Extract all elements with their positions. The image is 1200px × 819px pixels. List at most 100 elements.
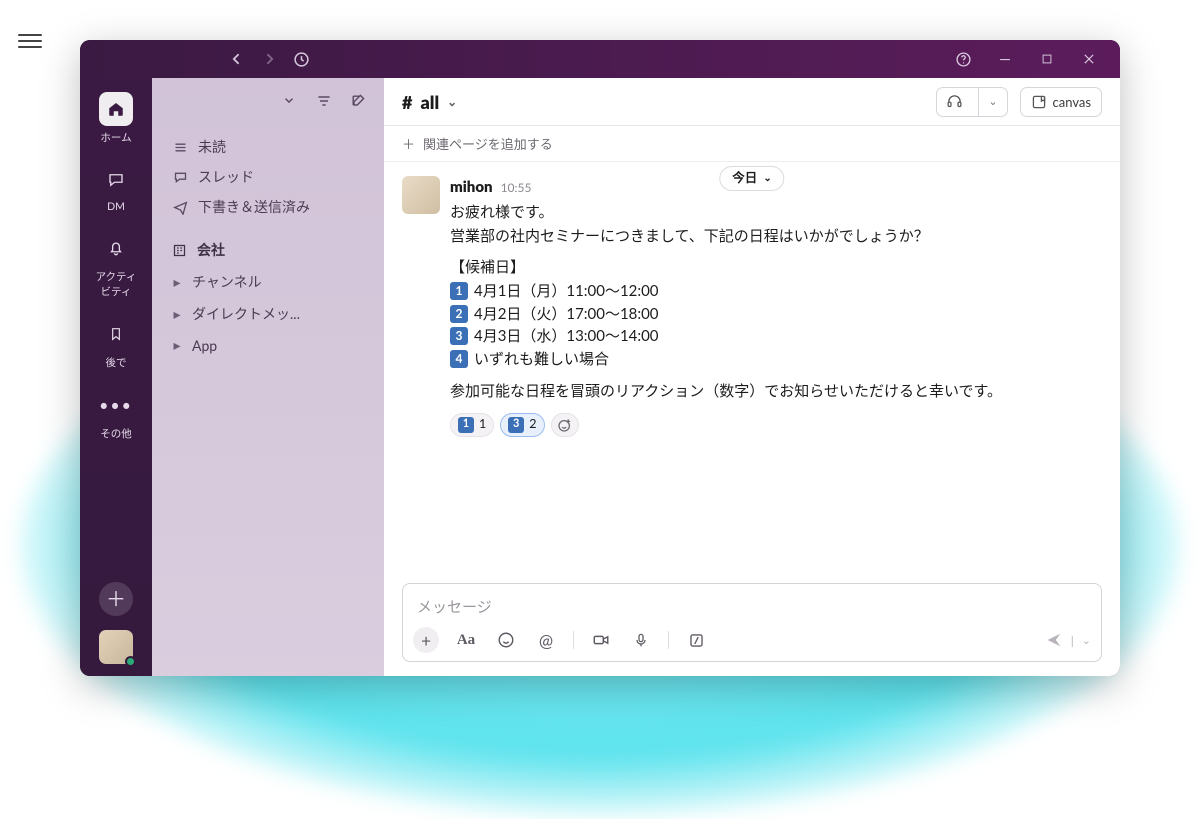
- avatar[interactable]: [402, 176, 440, 214]
- home-icon: [99, 92, 133, 126]
- attach-button[interactable]: +: [413, 627, 439, 653]
- sidebar-unread[interactable]: 未読: [166, 132, 370, 162]
- date-label: 今日: [732, 169, 757, 188]
- composer-input[interactable]: メッセージ: [403, 584, 1101, 621]
- message-text: 参加可能な日程を冒頭のリアクション（数字）でお知らせいただけると幸いです。: [450, 380, 1102, 403]
- rail-dm[interactable]: DM: [99, 163, 133, 213]
- number-emoji-icon: 3: [450, 327, 468, 345]
- message-text: 営業部の社内セミナーにつきまして、下記の日程はいかがでしょうか？: [450, 225, 1102, 248]
- message-list: 今日 ⌄ mihon 10:55 お疲れ様です。 営業部の社内セミナーにつきまし…: [384, 162, 1120, 583]
- number-emoji-icon: 2: [450, 305, 468, 323]
- rail-activity-label2: ビティ: [101, 284, 132, 299]
- rail-activity-label1: アクティ: [96, 269, 137, 284]
- canvas-label: canvas: [1053, 94, 1091, 110]
- nav-back-icon[interactable]: [228, 50, 246, 68]
- rail-later[interactable]: 後で: [99, 317, 133, 370]
- sidebar-unread-label: 未読: [198, 137, 226, 157]
- threads-icon: [172, 170, 188, 185]
- rail-more[interactable]: ••• その他: [99, 388, 133, 441]
- message-composer: メッセージ + Aa @: [402, 583, 1102, 662]
- sidebar-apps[interactable]: ▸ App: [166, 330, 370, 360]
- hamburger-icon[interactable]: [18, 29, 42, 53]
- send-button[interactable]: [1045, 631, 1063, 649]
- poll-option: 24月2日（火）17:00〜18:00: [450, 303, 1102, 326]
- poll-option: 3 4月3日（水）13:00〜14:00: [450, 325, 1102, 348]
- channel-name-button[interactable]: # all ⌄: [402, 91, 457, 113]
- user-avatar[interactable]: [99, 630, 133, 664]
- message-text: お疲れ様です。: [450, 201, 1102, 224]
- sidebar-workspace[interactable]: 会社: [166, 234, 370, 266]
- plus-icon: ＋: [402, 134, 415, 153]
- hash-icon: #: [402, 91, 412, 113]
- date-divider[interactable]: 今日 ⌄: [719, 166, 784, 191]
- add-related-page[interactable]: ＋ 関連ページを追加する: [384, 126, 1120, 162]
- workspace-chevron-icon[interactable]: [282, 93, 300, 111]
- window-minimize-icon[interactable]: [996, 50, 1014, 68]
- filter-icon[interactable]: [316, 93, 334, 111]
- bell-icon: [99, 231, 133, 265]
- number-emoji-icon: 1: [458, 417, 474, 433]
- reaction-count: 2: [529, 415, 536, 434]
- format-button[interactable]: Aa: [453, 627, 479, 653]
- rail-home[interactable]: ホーム: [99, 92, 133, 145]
- nav-forward-icon[interactable]: [260, 50, 278, 68]
- compose-icon[interactable]: [350, 93, 368, 111]
- poll-option-text: いずれも難しい場合: [474, 348, 609, 371]
- sidebar-threads[interactable]: スレッド: [166, 162, 370, 192]
- window-maximize-icon[interactable]: [1038, 50, 1056, 68]
- audio-button[interactable]: [628, 627, 654, 653]
- sidebar: 未読 スレッド 下書き＆送信済み 会社 ▸ チャンネル: [152, 78, 384, 676]
- poll-option-text: 4月3日（水）13:00〜14:00: [474, 325, 659, 348]
- emoji-button[interactable]: [493, 627, 519, 653]
- number-emoji-icon: 1: [450, 282, 468, 300]
- presence-dot: [125, 656, 136, 667]
- sidebar-channels[interactable]: ▸ チャンネル: [166, 266, 370, 298]
- titlebar: [80, 40, 1120, 78]
- help-icon[interactable]: [954, 50, 972, 68]
- sidebar-dms[interactable]: ▸ ダイレクトメッ...: [166, 298, 370, 330]
- canvas-icon: [1031, 94, 1047, 110]
- poll-option: 4 いずれも難しい場合: [450, 348, 1102, 371]
- sidebar-drafts[interactable]: 下書き＆送信済み: [166, 192, 370, 222]
- number-emoji-icon: 4: [450, 350, 468, 368]
- number-emoji-icon: 3: [508, 417, 524, 433]
- sidebar-drafts-label: 下書き＆送信済み: [198, 197, 310, 217]
- poll-option-text: 4月1日（月）11:00〜12:00: [474, 280, 659, 303]
- history-icon[interactable]: [292, 50, 310, 68]
- mention-button[interactable]: @: [533, 627, 559, 653]
- caret-right-icon: ▸: [172, 336, 182, 354]
- message: mihon 10:55 お疲れ様です。 営業部の社内セミナーにつきまして、下記の…: [402, 176, 1102, 437]
- video-button[interactable]: [588, 627, 614, 653]
- nav-rail: ホーム DM アクティ ビティ 後で: [80, 78, 152, 676]
- message-username[interactable]: mihon: [450, 176, 493, 199]
- chevron-down-icon: ⌄: [447, 94, 457, 109]
- headphones-icon: [937, 88, 972, 116]
- send-icon: [172, 200, 188, 215]
- canvas-button[interactable]: canvas: [1020, 87, 1102, 117]
- rail-later-label: 後で: [106, 355, 127, 370]
- bookmark-icon: [99, 317, 133, 351]
- send-options-button[interactable]: ⌄: [1082, 634, 1091, 647]
- unread-icon: [172, 140, 188, 155]
- huddle-button[interactable]: ⌄: [936, 87, 1007, 117]
- caret-right-icon: ▸: [172, 305, 182, 323]
- dm-icon: [99, 163, 133, 197]
- add-related-label: 関連ページを追加する: [423, 134, 553, 153]
- shortcut-button[interactable]: [683, 627, 709, 653]
- compose-button[interactable]: ＋: [99, 582, 133, 616]
- add-reaction-button[interactable]: [551, 413, 579, 437]
- sidebar-workspace-label: 会社: [197, 240, 225, 260]
- sidebar-dms-label: ダイレクトメッ...: [192, 304, 300, 324]
- reaction-pill[interactable]: 11: [450, 413, 494, 437]
- poll-option: 1 4月1日（月）11:00〜12:00: [450, 280, 1102, 303]
- window-close-icon[interactable]: [1080, 50, 1098, 68]
- sidebar-channels-label: チャンネル: [192, 272, 262, 292]
- chevron-down-icon: ⌄: [763, 171, 771, 186]
- sidebar-apps-label: App: [192, 337, 217, 354]
- rail-activity[interactable]: アクティ ビティ: [96, 231, 137, 299]
- rail-home-label: ホーム: [100, 130, 131, 145]
- reaction-pill[interactable]: 32: [500, 413, 544, 437]
- building-icon: [172, 243, 187, 258]
- reaction-count: 1: [479, 415, 486, 434]
- sidebar-threads-label: スレッド: [198, 167, 254, 187]
